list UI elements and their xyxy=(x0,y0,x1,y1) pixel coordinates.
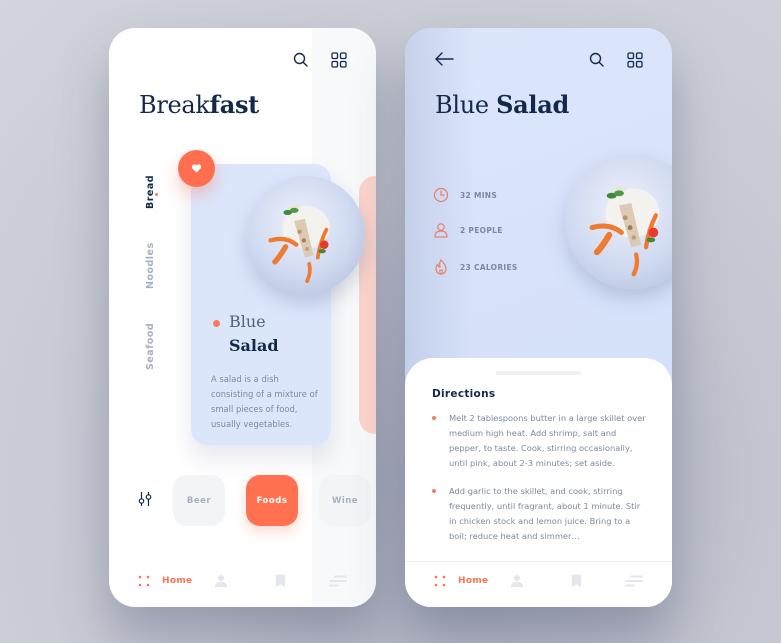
nav-home[interactable]: Home xyxy=(138,573,192,589)
bottom-nav: Home xyxy=(405,559,672,607)
home-dots-icon xyxy=(138,575,150,587)
clock-icon xyxy=(433,187,449,203)
directions-panel: Directions Melt 2 tablespoons butter in … xyxy=(405,358,672,607)
nav-menu[interactable] xyxy=(329,573,347,589)
nav-bookmarks[interactable] xyxy=(571,573,582,589)
search-button[interactable] xyxy=(588,51,606,69)
favorite-button[interactable] xyxy=(178,150,215,187)
grid-icon xyxy=(331,52,347,68)
page-title-bold: fast xyxy=(209,90,260,119)
bottom-nav: Home xyxy=(109,559,376,607)
direction-step: Melt 2 tablespoons butter in a large ski… xyxy=(432,411,647,471)
category-bread[interactable]: Bread xyxy=(145,175,156,209)
nav-home-label: Home xyxy=(162,576,193,586)
salad-plate-image xyxy=(565,154,672,289)
nav-home[interactable]: Home xyxy=(434,573,488,589)
stat-calories: 23 CALORIES xyxy=(433,259,518,275)
flame-icon xyxy=(435,259,447,275)
recipe-title: Blue Salad xyxy=(435,90,569,119)
bookmark-icon xyxy=(571,574,582,588)
person-icon xyxy=(434,223,448,238)
card-bullet-dot xyxy=(213,320,220,327)
chip-beer[interactable]: Beer xyxy=(173,475,225,526)
step-bullet xyxy=(432,416,436,420)
heart-icon xyxy=(191,164,202,173)
nav-profile[interactable] xyxy=(510,573,524,589)
profile-icon xyxy=(511,575,523,587)
card-description: A salad is a dish consisting of a mixtur… xyxy=(211,374,318,429)
step-text: Add garlic to the skillet, and cook, sti… xyxy=(449,486,641,541)
grid-menu-button[interactable] xyxy=(626,51,644,69)
step-text: Melt 2 tablespoons butter in a large ski… xyxy=(449,413,646,468)
grid-icon xyxy=(627,52,643,68)
chip-wine[interactable]: Wine xyxy=(319,475,371,526)
nav-profile[interactable] xyxy=(214,573,228,589)
page-title: Breakfast xyxy=(139,90,259,119)
bookmark-icon xyxy=(275,574,286,588)
search-icon xyxy=(293,52,308,67)
drag-handle[interactable] xyxy=(496,371,581,375)
recipe-title-bold: Salad xyxy=(496,90,569,119)
nav-home-label: Home xyxy=(458,576,489,586)
stat-servings-label: 2 PEOPLE xyxy=(460,225,503,235)
stat-calories-label: 23 CALORIES xyxy=(460,262,518,272)
direction-step: Add garlic to the skillet, and cook, sti… xyxy=(432,484,647,544)
directions-heading: Directions xyxy=(432,388,496,400)
step-bullet xyxy=(432,489,436,493)
sliders-icon[interactable] xyxy=(137,491,153,507)
arrow-left-icon xyxy=(435,52,454,66)
page-title-light: Break xyxy=(139,91,210,119)
category-noodles[interactable]: Noodles xyxy=(145,242,156,289)
profile-icon xyxy=(215,575,227,587)
menu-lines-icon xyxy=(329,575,347,587)
nav-menu[interactable] xyxy=(625,573,643,589)
stat-servings: 2 PEOPLE xyxy=(433,222,503,238)
active-category-dot xyxy=(155,193,158,196)
stat-time: 32 MINS xyxy=(433,187,497,203)
stat-time-label: 32 MINS xyxy=(460,190,498,200)
back-button[interactable] xyxy=(434,50,454,68)
grid-menu-button[interactable] xyxy=(330,51,348,69)
menu-lines-icon xyxy=(625,575,643,587)
breakfast-screen: Breakfast Bread Noodles Seafood Blue Sal… xyxy=(109,28,376,607)
search-icon xyxy=(589,52,604,67)
home-dots-icon xyxy=(434,575,446,587)
recipe-title-light: Blue xyxy=(435,91,489,119)
search-button[interactable] xyxy=(292,51,310,69)
category-seafood[interactable]: Seafood xyxy=(145,323,156,370)
recipe-detail-screen: Blue Salad 32 MINS 2 PEOPLE 23 CALORIES … xyxy=(405,28,672,607)
nav-bookmarks[interactable] xyxy=(275,573,286,589)
card-title-light: Blue xyxy=(229,312,266,331)
salad-plate-image xyxy=(247,176,365,294)
chip-foods[interactable]: Foods xyxy=(246,475,298,526)
card-title-bold: Salad xyxy=(229,336,279,355)
